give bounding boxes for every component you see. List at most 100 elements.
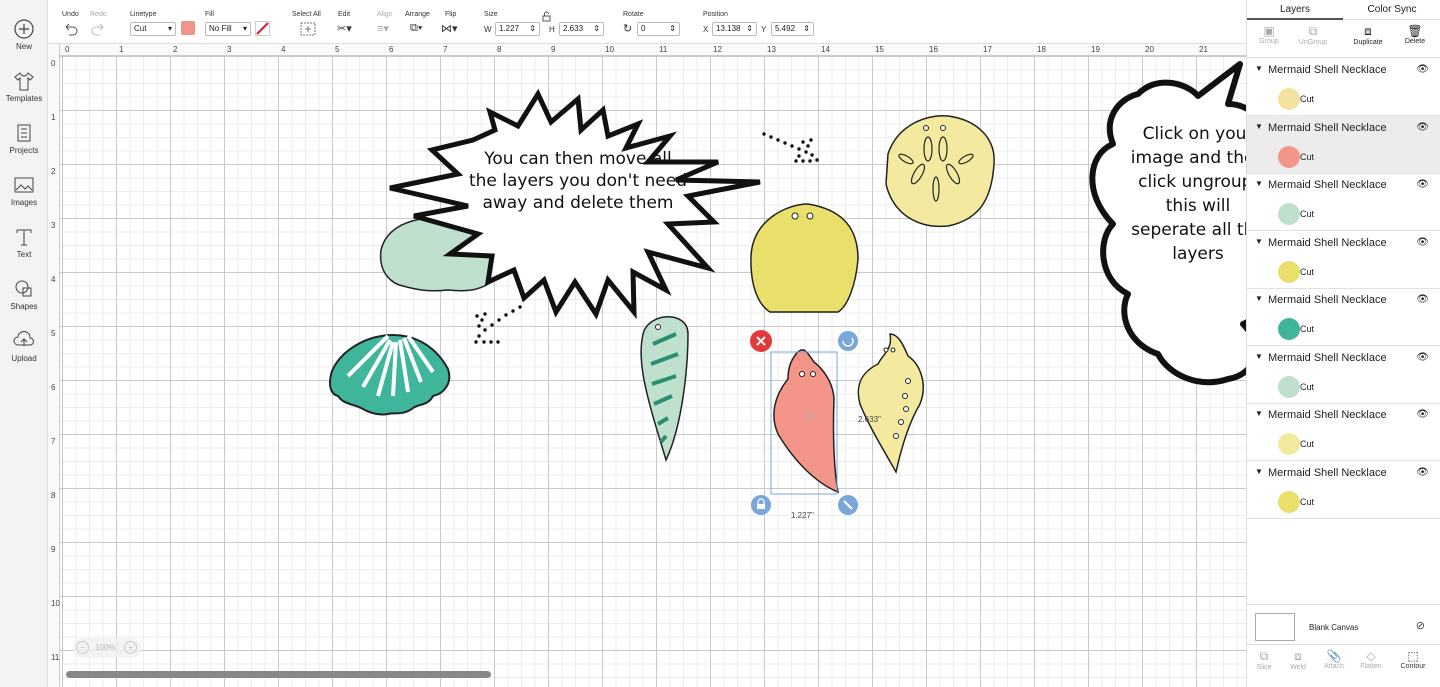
ruler-tick-label: 10 (51, 599, 60, 608)
attach-icon: 📎 (1326, 649, 1342, 663)
height-input[interactable]: 2.633 ⇕ (559, 22, 604, 36)
ruler-tick-label: 3 (51, 221, 56, 230)
layer-row[interactable]: ▼ Mermaid Shell Necklace 👁 Cut (1247, 288, 1440, 346)
redo-icon[interactable] (90, 22, 106, 36)
caret-down-icon[interactable]: ▼ (1255, 237, 1263, 246)
attach-label: Attach (1324, 663, 1344, 670)
layer-color-swatch[interactable] (1278, 490, 1300, 513)
lock-icon[interactable] (542, 11, 551, 22)
sidebar-label: Text (16, 250, 32, 259)
sidebar-item-upload[interactable]: Upload (0, 330, 48, 363)
slice-button[interactable]: ⧉ Slice (1253, 649, 1275, 671)
layer-color-swatch[interactable] (1278, 375, 1300, 398)
blank-canvas-swatch[interactable] (1255, 613, 1295, 641)
caret-down-icon[interactable]: ▼ (1255, 352, 1263, 361)
layer-row[interactable]: ▼ Mermaid Shell Necklace 👁 Cut (1247, 231, 1440, 289)
spiral-shell[interactable] (640, 316, 689, 463)
layer-color-swatch[interactable] (1278, 203, 1300, 225)
chevron-down-icon: ▾ (242, 24, 247, 33)
sidebar-item-images[interactable]: Images (0, 174, 48, 207)
eye-icon[interactable]: 👁 (1416, 179, 1429, 190)
contour-button[interactable]: ⬚ Contour (1397, 649, 1429, 670)
duplicate-button[interactable]: ⧈ Duplicate (1343, 24, 1393, 46)
layer-color-swatch[interactable] (1278, 88, 1300, 110)
tab-layers[interactable]: Layers (1247, 0, 1343, 20)
horizontal-scrollbar[interactable] (66, 671, 491, 678)
scissors-icon[interactable]: ✂▾ (337, 22, 352, 35)
linetype-color-swatch[interactable] (181, 21, 195, 35)
sidebar-item-shapes[interactable]: Shapes (0, 278, 48, 311)
eye-icon[interactable]: 👁 (1416, 409, 1429, 420)
linetype-select[interactable]: Cut ▾ (130, 22, 176, 36)
eye-icon[interactable]: 👁 (1416, 467, 1429, 478)
rotate-icon: ↻ (623, 23, 633, 35)
ruler-tick-label: 7 (443, 45, 448, 54)
group-button[interactable]: ▣ Group (1247, 24, 1291, 45)
ruler-tick-label: 1 (119, 45, 124, 54)
layer-cut-label: Cut (1300, 266, 1315, 277)
zoom-in-button[interactable]: + (124, 641, 137, 654)
left-ruler: 0 1 2 3 4 5 6 7 8 9 10 11 (48, 44, 60, 687)
attach-button[interactable]: 📎 Attach (1321, 649, 1347, 670)
eye-icon[interactable]: 👁 (1416, 64, 1429, 75)
design-canvas[interactable]: You can then move all the layers you don… (48, 44, 1246, 687)
ruler-tick-label: 21 (1199, 45, 1208, 54)
layer-row[interactable]: ▼ Mermaid Shell Necklace 👁 Cut (1247, 461, 1440, 519)
flatten-button[interactable]: ◇ Flatten (1357, 649, 1385, 670)
layer-color-swatch[interactable] (1278, 318, 1300, 340)
sidebar-label: Templates (5, 94, 43, 103)
layer-color-swatch[interactable] (1278, 145, 1300, 168)
width-input[interactable]: 1.227 ⇕ (495, 22, 540, 36)
slice-icon: ⧉ (1259, 649, 1269, 663)
layer-color-swatch[interactable] (1278, 433, 1300, 455)
weld-button[interactable]: ⧈ Weld (1287, 649, 1309, 671)
zoom-out-button[interactable]: − (76, 641, 89, 654)
ruler-tick-label: 8 (51, 491, 56, 500)
eye-icon[interactable]: 👁 (1416, 294, 1429, 305)
align-icon[interactable]: ≡▾ (377, 22, 389, 35)
layer-row[interactable]: ▼ Mermaid Shell Necklace 👁 Cut (1247, 58, 1440, 116)
height-dimension-label: 2.633" (858, 415, 881, 424)
caret-down-icon[interactable]: ▼ (1255, 294, 1263, 303)
eye-icon[interactable]: 👁 (1416, 237, 1429, 248)
flip-icon[interactable]: ⋈▾ (441, 22, 458, 35)
sand-dollar[interactable] (885, 115, 995, 228)
y-position-input[interactable]: 5.492 ⇕ (771, 22, 814, 36)
select-all-icon[interactable] (300, 22, 316, 36)
layer-row[interactable]: ▼ Mermaid Shell Necklace 👁 Cut (1247, 173, 1440, 231)
caret-down-icon[interactable]: ▼ (1255, 467, 1263, 476)
sidebar-label: Projects (9, 146, 39, 155)
layer-row[interactable]: ▼ Mermaid Shell Necklace 👁 Cut (1247, 403, 1440, 461)
caret-down-icon[interactable]: ▼ (1255, 179, 1263, 188)
conch-shell[interactable] (857, 333, 924, 475)
sidebar-item-new[interactable]: New (0, 18, 48, 51)
fill-select[interactable]: No Fill ▾ (205, 22, 251, 36)
no-fill-icon[interactable] (255, 21, 270, 36)
sidebar-item-projects[interactable]: Projects (0, 122, 48, 155)
ungroup-button[interactable]: ⧉ UnGroup (1291, 24, 1335, 46)
yellow-pendant[interactable] (750, 203, 859, 313)
tab-color-sync[interactable]: Color Sync (1343, 0, 1440, 20)
width-dimension-label: 1.227" (791, 511, 814, 520)
blank-canvas-row[interactable]: Blank Canvas ⊘ (1247, 604, 1440, 649)
layer-row[interactable]: ▼ Mermaid Shell Necklace 👁 Cut (1247, 115, 1440, 174)
sidebar-item-text[interactable]: Text (0, 226, 48, 259)
ruler-tick-label: 18 (1037, 45, 1046, 54)
caret-down-icon[interactable]: ▼ (1255, 409, 1263, 418)
layer-row[interactable]: ▼ Mermaid Shell Necklace 👁 Cut (1247, 346, 1440, 404)
layer-color-swatch[interactable] (1278, 260, 1300, 283)
hidden-eye-icon[interactable]: ⊘ (1416, 619, 1425, 632)
eye-icon[interactable]: 👁 (1416, 122, 1429, 133)
rotate-input[interactable]: 0 ⇕ (637, 22, 680, 36)
rotate-handle[interactable] (838, 331, 858, 351)
caret-down-icon[interactable]: ▼ (1255, 122, 1263, 131)
x-position-input[interactable]: 13.138 ⇕ (712, 22, 757, 36)
pink-shell-selected[interactable] (770, 349, 839, 495)
eye-icon[interactable]: 👁 (1416, 352, 1429, 363)
sidebar-item-templates[interactable]: Templates (0, 70, 48, 103)
arrange-icon[interactable]: ⧉▾ (410, 22, 422, 35)
caret-down-icon[interactable]: ▼ (1255, 64, 1263, 73)
delete-button[interactable]: 🗑 Delete (1393, 24, 1437, 45)
undo-icon[interactable] (63, 22, 79, 36)
teal-scallop-shell[interactable] (329, 334, 451, 416)
